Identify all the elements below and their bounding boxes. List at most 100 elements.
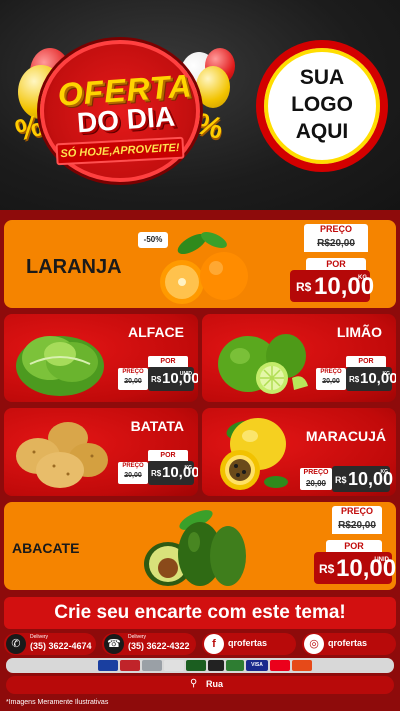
currency: R$	[151, 375, 162, 384]
card-icon	[98, 660, 118, 671]
logo-text: SUA LOGO AQUI	[266, 64, 378, 145]
product-name: LARANJA	[26, 256, 122, 278]
address-bar[interactable]: ⚲ Rua	[6, 676, 394, 694]
contact-number: (35) 3622-4674	[30, 641, 92, 651]
yellow-balloon-decoration	[196, 66, 230, 108]
logo-line: AQUI	[295, 120, 349, 143]
currency: R$	[349, 375, 360, 384]
old-price: 20,00	[305, 479, 327, 488]
new-price: R$ 10,00 KG	[148, 461, 198, 485]
currency: R$	[296, 280, 312, 294]
currency: R$	[335, 475, 347, 485]
logo-line: SUA	[299, 66, 345, 89]
facebook-handle: qrofertas	[228, 638, 268, 648]
card-icon	[142, 660, 162, 671]
new-price: R$ 10,00 KG	[332, 466, 393, 492]
old-price-box: PREÇO 20,00	[300, 468, 332, 490]
unit: KG	[184, 465, 193, 471]
contact-whatsapp[interactable]: ✆ Delivery (35) 3622-4674	[4, 633, 96, 655]
price-box: POR PREÇO 20,00 R$ 10,00 UNID	[118, 356, 198, 402]
new-price: R$ 10,00 UNID	[314, 552, 396, 584]
price-box: PREÇO 20,00 R$ 10,00 KG	[300, 460, 393, 496]
price-box: PREÇO R$20,00	[304, 224, 368, 254]
product-card-maracuja[interactable]: MARACUJÁ PREÇO 20,00 R$ 10,00 KG	[202, 408, 396, 496]
card-icon	[208, 660, 224, 671]
currency: R$	[319, 562, 335, 576]
instagram-handle: qrofertas	[328, 638, 368, 648]
new-price: R$ 10,00 KG	[290, 270, 374, 302]
contact-phone[interactable]: ☎ Delivery (35) 3622-4322	[102, 633, 196, 655]
old-price: R$20,00	[304, 235, 368, 252]
por-label: POR	[326, 540, 382, 552]
old-price-box: PREÇO 20,00	[118, 462, 148, 484]
visa-icon: VISA	[246, 660, 268, 671]
product-name: MARACUJÁ	[305, 428, 386, 444]
price-value: 10,00	[162, 464, 198, 481]
price-box: POR PREÇO 20,00 R$ 10,00 KG	[118, 450, 198, 496]
product-card-batata[interactable]: BATATA POR PREÇO 20,00 R$ 10,00 KG	[4, 408, 198, 496]
orange-fruit-image	[160, 231, 248, 304]
contact-number: (35) 3622-4322	[128, 641, 190, 651]
old-price-box: PREÇO 20,00	[316, 368, 346, 390]
preco-label: PREÇO	[303, 469, 329, 476]
phone-icon: ☎	[104, 634, 124, 654]
price-box: PREÇO R$20,00	[332, 506, 382, 536]
passion-fruit-image	[220, 418, 288, 490]
currency: R$	[151, 469, 162, 478]
preco-label: PREÇO	[122, 369, 144, 375]
product-name: ALFACE	[128, 324, 184, 340]
old-price: 20,00	[124, 378, 142, 385]
old-price: R$20,00	[332, 517, 382, 534]
new-price: R$ 10,00 UNID	[148, 367, 198, 391]
por-label: POR	[148, 450, 188, 461]
new-price: R$ 10,00 KG	[346, 367, 396, 391]
product-card-laranja[interactable]: LARANJA -50% PREÇO R$20,00 POR R$ 10,00 …	[4, 220, 396, 308]
avocado-image	[144, 510, 246, 586]
unit: UNID	[179, 371, 192, 377]
old-price: 20,00	[124, 472, 142, 479]
old-price-box: PREÇO 20,00	[118, 368, 148, 390]
contact-facebook[interactable]: f qrofertas	[202, 633, 296, 655]
price-value: 10,00	[360, 370, 396, 387]
facebook-icon: f	[204, 634, 224, 654]
location-pin-icon: ⚲	[190, 678, 198, 689]
card-icon	[226, 660, 244, 671]
logo-line: LOGO	[291, 93, 353, 116]
price-box: POR PREÇO 20,00 R$ 10,00 KG	[316, 356, 396, 402]
product-name: ABACATE	[12, 540, 80, 556]
unit: KG	[358, 275, 367, 281]
old-price: 20,00	[322, 378, 340, 385]
preco-label: PREÇO	[122, 463, 144, 469]
lime-image	[218, 334, 308, 394]
unit: KG	[382, 371, 391, 377]
card-icon	[120, 660, 140, 671]
product-name: BATATA	[130, 418, 184, 434]
product-card-alface[interactable]: ALFACE POR PREÇO 20,00 R$ 10,00 UNID	[4, 314, 198, 402]
card-icon	[164, 660, 184, 671]
preco-label: PREÇO	[320, 369, 342, 375]
potato-image	[16, 422, 108, 488]
instagram-icon: ◎	[304, 634, 324, 654]
product-card-limao[interactable]: LIMÃO POR PREÇO 20,00 R$ 10,00 KG	[202, 314, 396, 402]
product-name: LIMÃO	[336, 324, 382, 340]
lettuce-image	[16, 336, 104, 396]
por-label: POR	[306, 258, 366, 270]
footnote: *Imagens Meramente Ilustrativas	[6, 699, 109, 706]
card-icon	[292, 660, 312, 671]
por-label: POR	[346, 356, 386, 367]
preco-label: PREÇO	[332, 506, 382, 517]
whatsapp-icon: ✆	[6, 634, 26, 654]
preco-label: PREÇO	[304, 224, 368, 235]
card-icon	[186, 660, 206, 671]
contact-instagram[interactable]: ◎ qrofertas	[302, 633, 396, 655]
unit: KG	[380, 469, 389, 475]
payment-methods-bar: VISA	[6, 658, 394, 673]
contact-label: Delivery	[30, 634, 49, 640]
por-label: POR	[148, 356, 188, 367]
mastercard-icon	[270, 660, 290, 671]
contact-label: Delivery	[128, 634, 147, 640]
cta-banner[interactable]: Crie seu encarte com este tema!	[4, 597, 396, 629]
address-text: Rua	[206, 679, 224, 689]
unit: UNID	[374, 557, 389, 563]
product-card-abacate[interactable]: ABACATE PREÇO R$20,00 POR R$ 10,00 UNID	[4, 502, 396, 590]
